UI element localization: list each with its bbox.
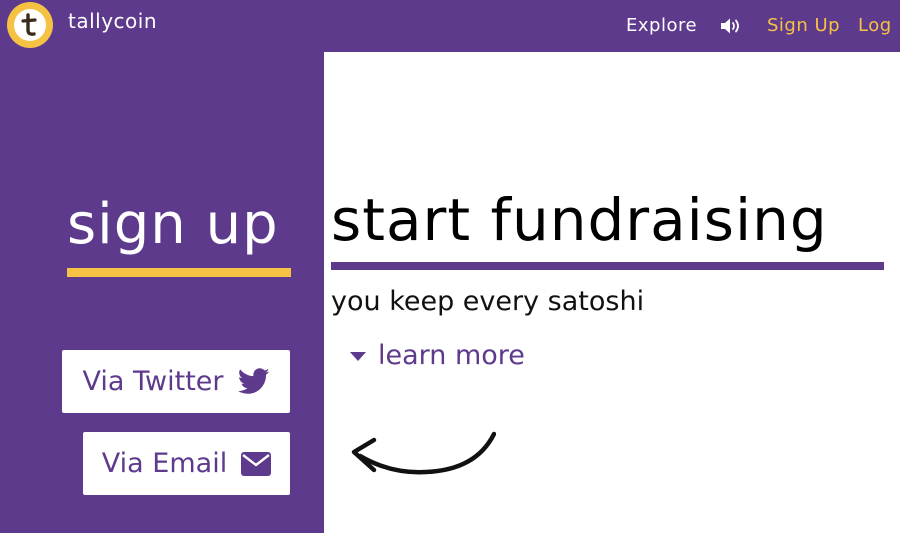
nav-explore-link[interactable]: Explore bbox=[626, 15, 697, 36]
caret-down-icon bbox=[350, 352, 366, 361]
via-twitter-label: Via Twitter bbox=[82, 366, 224, 397]
learn-more-link[interactable]: learn more bbox=[350, 340, 525, 371]
nav-signup-link[interactable]: Sign Up bbox=[767, 15, 840, 36]
via-twitter-button[interactable]: Via Twitter bbox=[62, 350, 290, 413]
top-nav: tallycoin Explore Sign Up Log bbox=[0, 0, 900, 52]
nav-login-link[interactable]: Log bbox=[858, 15, 892, 36]
signup-heading: sign up bbox=[67, 192, 279, 257]
headline-underline bbox=[331, 262, 884, 270]
tagline: you keep every satoshi bbox=[331, 286, 645, 317]
via-email-button[interactable]: Via Email bbox=[83, 432, 290, 495]
speaker-icon[interactable] bbox=[719, 15, 743, 37]
brand-name[interactable]: tallycoin bbox=[68, 9, 157, 33]
logo-inner bbox=[14, 9, 46, 41]
page: tallycoin Explore Sign Up Log sign up Vi… bbox=[0, 0, 900, 533]
logo-letter-t-icon bbox=[21, 13, 37, 36]
envelope-icon bbox=[241, 451, 272, 476]
headline: start fundraising bbox=[331, 186, 828, 254]
twitter-bird-icon bbox=[237, 368, 270, 395]
main-content: start fundraising you keep every satoshi… bbox=[324, 52, 900, 533]
via-email-label: Via Email bbox=[101, 448, 228, 479]
curved-arrow-icon bbox=[351, 431, 496, 475]
tallycoin-logo-icon[interactable] bbox=[7, 2, 53, 48]
learn-more-label: learn more bbox=[378, 340, 525, 371]
signup-heading-underline bbox=[67, 268, 291, 277]
